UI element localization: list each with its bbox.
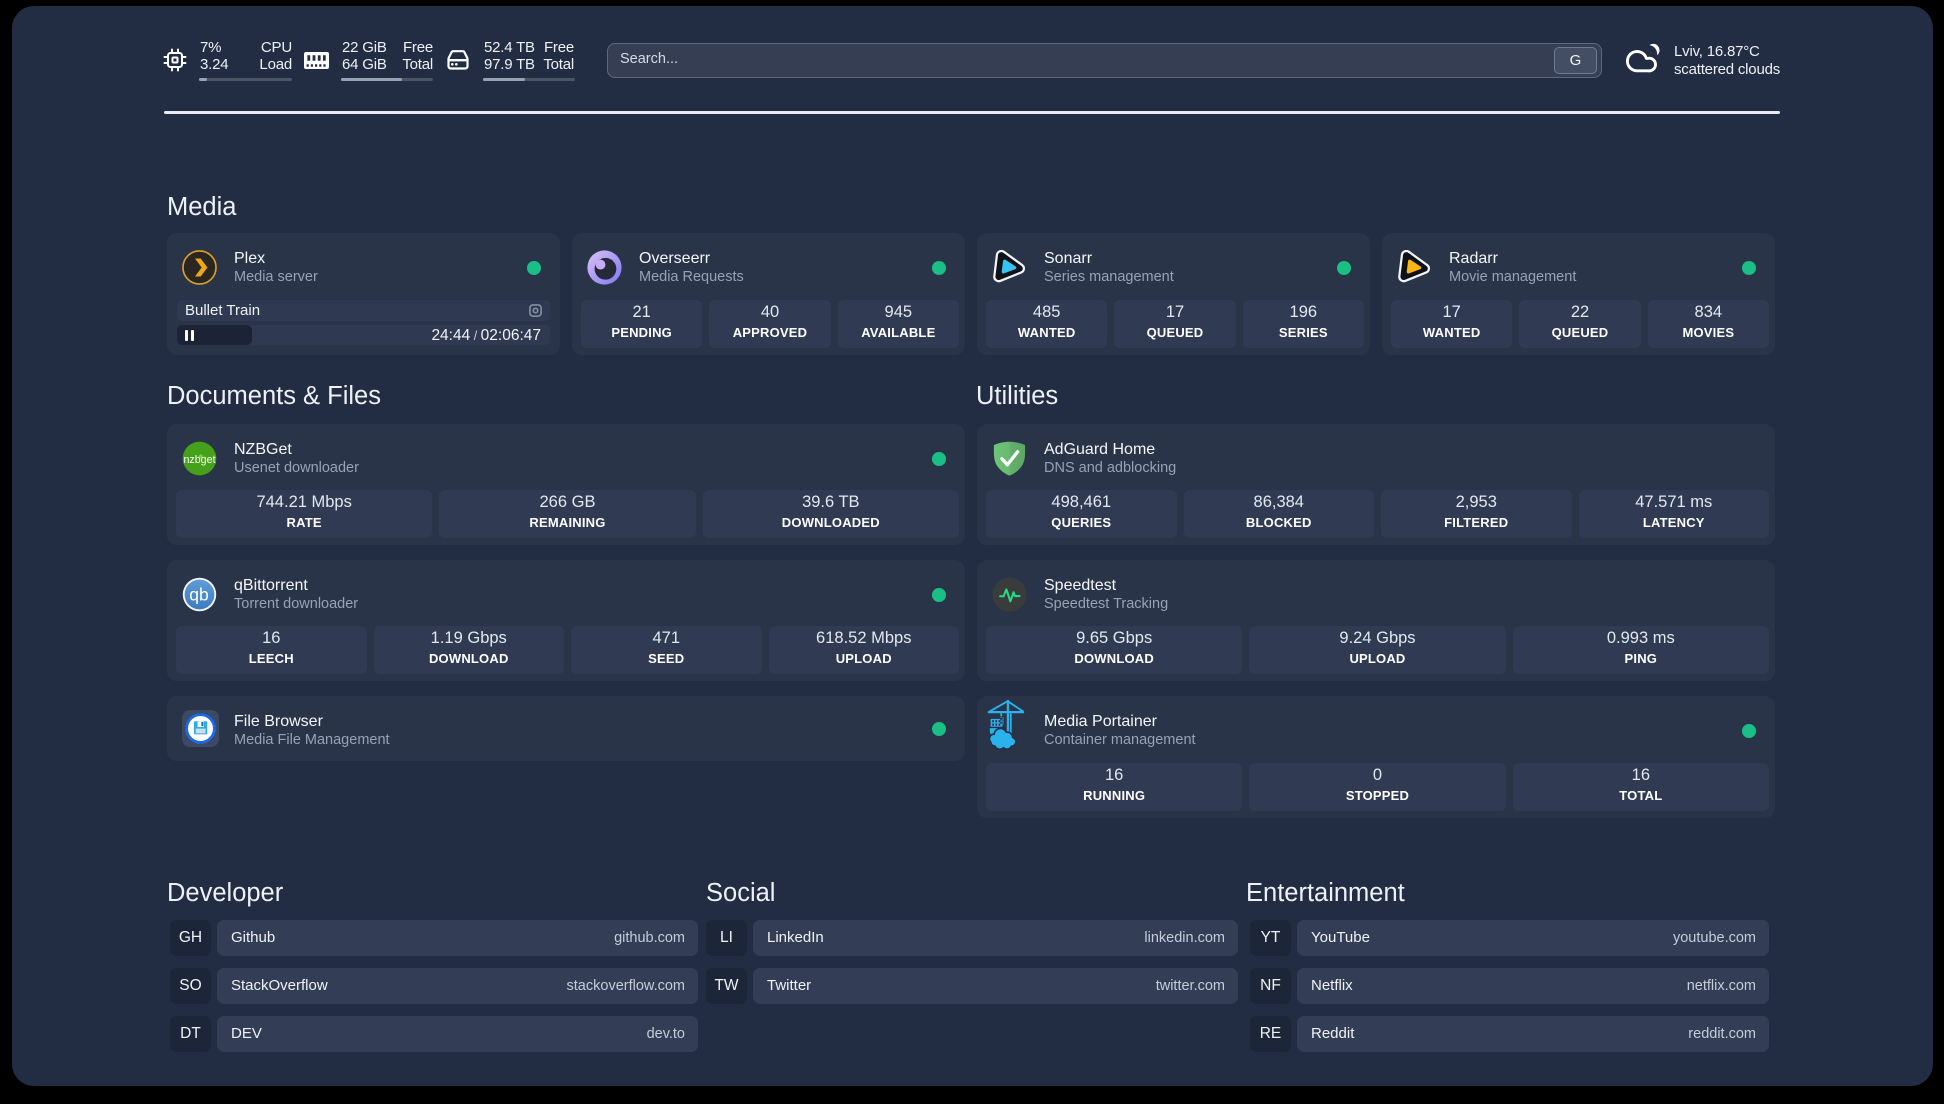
svg-text:qb: qb [189,584,208,604]
svg-text:nzbget: nzbget [183,454,215,466]
